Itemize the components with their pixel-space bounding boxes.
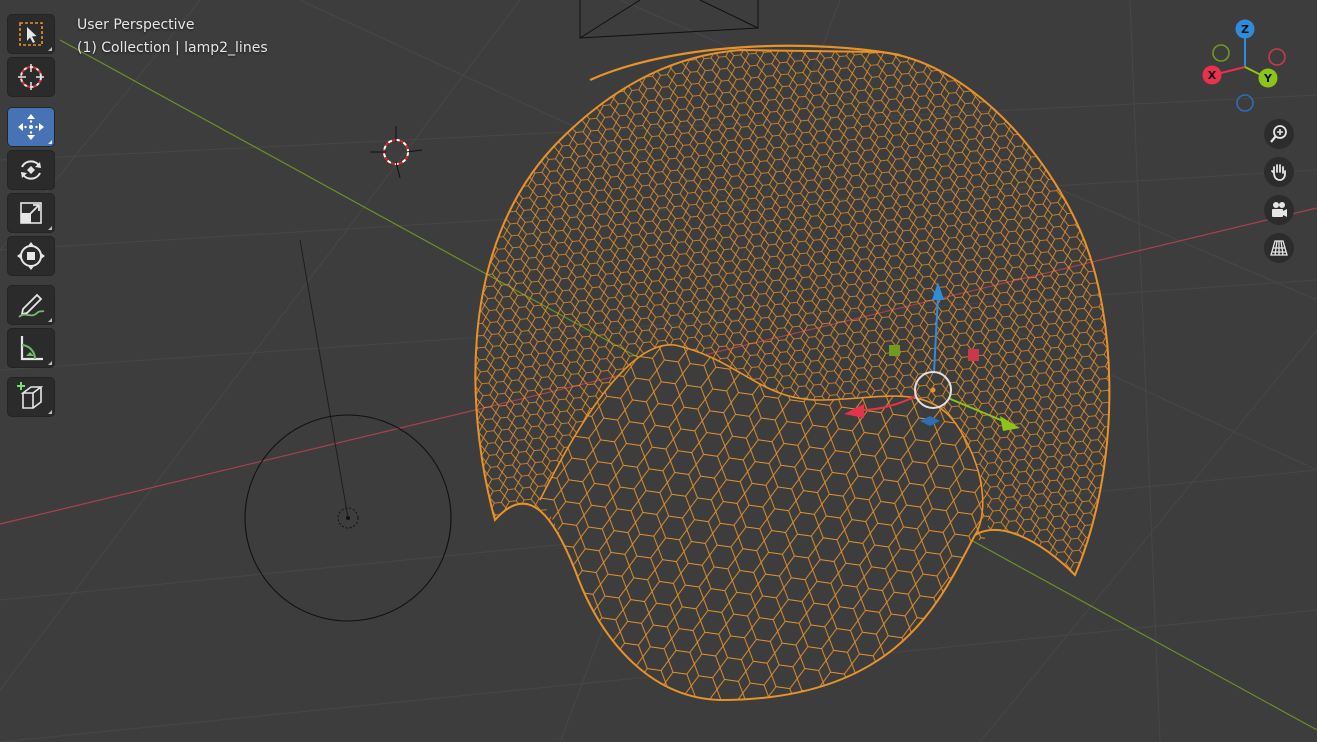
gizmo-z-label: Z <box>1241 23 1249 36</box>
collection-info: (1) Collection | lamp2_lines <box>77 40 268 56</box>
move-tool[interactable] <box>7 107 55 147</box>
rotate-tool[interactable] <box>7 150 55 190</box>
scale-tool[interactable] <box>7 193 55 233</box>
gizmo-x-label: X <box>1208 69 1217 82</box>
gizmo-axis-x: X <box>1202 65 1222 85</box>
move-icon <box>18 114 44 140</box>
camera-view-button[interactable] <box>1264 195 1294 225</box>
add-cube-icon <box>17 382 44 409</box>
gizmo-axis-z: Z <box>1235 19 1255 39</box>
pencil-icon <box>18 293 45 318</box>
rotate-icon <box>21 160 41 180</box>
perspective-toggle-button[interactable] <box>1264 233 1294 263</box>
camera-icon <box>1272 202 1287 217</box>
transform-tool[interactable] <box>7 236 55 276</box>
select-box-tool[interactable] <box>7 14 55 54</box>
gizmo-neg-z <box>1236 94 1254 112</box>
light-object[interactable] <box>244 239 452 622</box>
scale-icon <box>20 202 42 224</box>
add-cube-tool[interactable] <box>7 377 55 417</box>
cursor-tool[interactable] <box>7 57 55 97</box>
zoom-button[interactable] <box>1264 119 1294 149</box>
3d-viewport[interactable]: Z X Y <box>0 0 1317 742</box>
measure-tool[interactable] <box>7 328 55 368</box>
gizmo-neg-x <box>1268 48 1286 66</box>
camera-object[interactable] <box>579 0 759 39</box>
perspective-grid-icon <box>1270 240 1288 256</box>
hand-pan-icon <box>1271 164 1286 181</box>
view-name: User Perspective <box>77 17 195 33</box>
gizmo-y-label: Y <box>1263 72 1273 85</box>
lamp-mesh-wireframe[interactable] <box>440 40 1140 720</box>
transform-icon <box>17 242 45 270</box>
annotate-tool[interactable] <box>7 285 55 325</box>
pan-button[interactable] <box>1264 157 1294 187</box>
select-box-icon <box>19 22 43 46</box>
ruler-icon <box>20 336 43 361</box>
3d-cursor[interactable] <box>370 126 423 179</box>
gizmo-axis-y: Y <box>1258 68 1278 88</box>
gizmo-neg-y <box>1212 44 1230 62</box>
zoom-icon <box>1270 125 1287 143</box>
cursor-icon <box>18 64 44 90</box>
